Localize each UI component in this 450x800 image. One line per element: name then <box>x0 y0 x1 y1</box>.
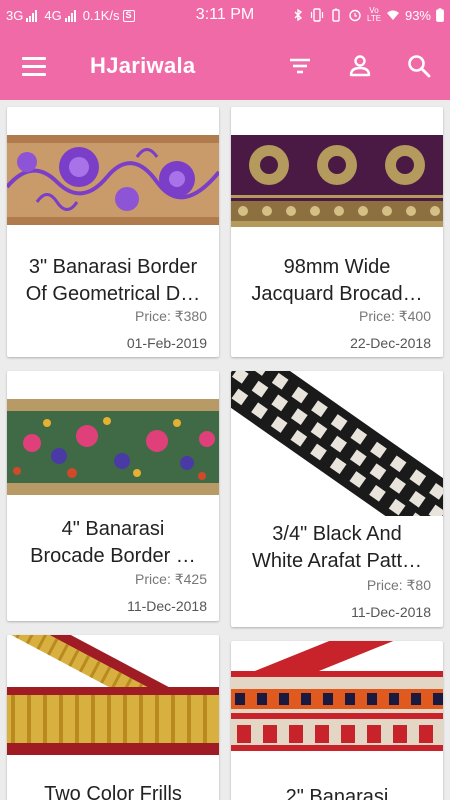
product-title: 3/4" Black And White Arafat Patt… <box>251 523 423 572</box>
product-image <box>231 371 443 516</box>
alarm-icon <box>349 9 361 22</box>
product-title: 4" Banarasi Brocade Border … <box>30 518 196 567</box>
filter-icon[interactable] <box>282 48 318 84</box>
product-title: Two Color Frills <box>44 783 182 800</box>
product-card[interactable]: 3" Banarasi Border Of Geometrical D… Pri… <box>7 107 219 357</box>
battery-icon <box>436 8 444 22</box>
battery-saver-icon <box>332 8 340 22</box>
product-title: 2" Banarasi <box>285 786 389 800</box>
app-title: HJariwala <box>90 53 196 78</box>
product-date: 01-Feb-2019 <box>126 335 207 351</box>
product-image <box>7 635 219 765</box>
product-price: Price: ₹400 <box>359 308 431 324</box>
product-date: 11-Dec-2018 <box>127 598 207 614</box>
product-card[interactable]: 3/4" Black And White Arafat Patt… Price:… <box>231 371 443 627</box>
status-bar: 3G 4G 0.1K/s S 3:11 PM Vo LTE 93% <box>0 0 450 32</box>
search-icon[interactable] <box>401 48 437 84</box>
wifi-icon <box>386 10 399 20</box>
product-image <box>7 399 219 495</box>
volte-label: Vo LTE <box>366 6 382 23</box>
product-price: Price: ₹425 <box>135 571 207 587</box>
product-card[interactable]: Two Color Frills <box>7 635 219 800</box>
hamburger-menu-icon[interactable] <box>14 50 54 82</box>
battery-percent: 93% <box>404 7 431 23</box>
app-bar: HJariwala <box>0 32 450 100</box>
product-price: Price: ₹380 <box>135 308 207 324</box>
product-image <box>7 135 219 225</box>
product-image <box>231 641 443 751</box>
product-title: 3" Banarasi Border Of Geometrical D… <box>25 256 201 305</box>
product-price: Price: ₹80 <box>366 577 431 593</box>
product-title: 98mm Wide Jacquard Brocad… <box>251 256 423 305</box>
product-card[interactable]: 4" Banarasi Brocade Border … Price: ₹425… <box>7 371 219 621</box>
product-card[interactable]: 2" Banarasi <box>231 641 443 800</box>
product-card[interactable]: 98mm Wide Jacquard Brocad… Price: ₹400 2… <box>231 107 443 357</box>
product-date: 22-Dec-2018 <box>350 335 431 351</box>
bluetooth-icon <box>294 8 303 22</box>
product-date: 11-Dec-2018 <box>351 604 431 620</box>
vibrate-icon <box>310 8 324 22</box>
account-icon[interactable] <box>342 48 378 84</box>
product-image <box>231 135 443 227</box>
